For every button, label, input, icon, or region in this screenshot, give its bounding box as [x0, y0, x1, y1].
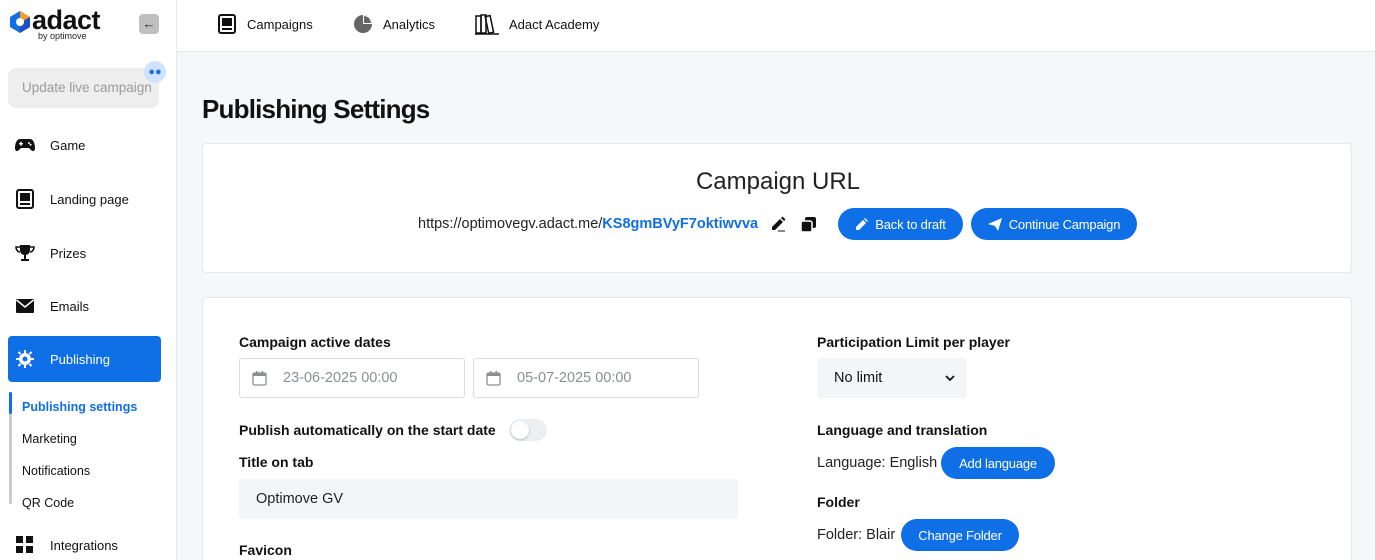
language-label: Language and translation: [817, 422, 988, 438]
chevron-down-icon: [945, 358, 955, 414]
folder-text: Folder: Blair: [817, 527, 896, 543]
copy-url-icon[interactable]: [800, 216, 817, 238]
books-icon: [475, 14, 499, 35]
tab-label: Campaigns: [247, 16, 313, 32]
paper-plane-icon: [987, 217, 1002, 231]
back-to-draft-button[interactable]: Back to draft: [838, 208, 963, 240]
sidebar-item-landing-page[interactable]: Landing page: [8, 176, 161, 222]
continue-campaign-button[interactable]: Continue Campaign: [971, 208, 1137, 240]
envelope-icon: [15, 296, 35, 316]
publish-auto-label: Publish automatically on the start date: [239, 422, 496, 438]
sidebar-item-publishing[interactable]: Publishing: [8, 336, 161, 382]
start-date-value: 23-06-2025 00:00: [283, 370, 398, 386]
edit-url-icon[interactable]: [770, 216, 786, 237]
publishing-settings-card: Campaign active dates 23-06-2025 00:00 0…: [202, 297, 1352, 560]
subnav-publishing-settings[interactable]: Publishing settings: [22, 400, 137, 414]
participation-limit-select[interactable]: No limit: [817, 358, 967, 398]
favicon-label: Favicon: [239, 542, 292, 558]
sidebar: adact by optimove ← Update live campaign…: [0, 0, 177, 560]
subnav-rail-active: [9, 392, 12, 414]
start-date-input[interactable]: 23-06-2025 00:00: [239, 358, 465, 398]
logo-subtitle: by optimove: [38, 31, 87, 41]
sidebar-item-prizes[interactable]: Prizes: [8, 230, 161, 276]
arrow-left-icon: ←: [142, 16, 156, 31]
subnav-qr-code[interactable]: QR Code: [22, 496, 74, 510]
back-to-draft-label: Back to draft: [875, 216, 946, 232]
title-on-tab-input[interactable]: Optimove GV: [239, 479, 738, 519]
sidebar-item-label: Emails: [50, 298, 90, 314]
tab-label: Analytics: [383, 16, 436, 32]
sidebar-item-label: Publishing: [50, 351, 110, 367]
tab-analytics[interactable]: Analytics: [353, 12, 435, 36]
language-text: Language: English: [817, 455, 938, 471]
subnav-marketing[interactable]: Marketing: [22, 432, 77, 446]
change-folder-button[interactable]: Change Folder: [901, 519, 1019, 551]
trophy-icon: [15, 243, 35, 263]
pie-chart-icon: [353, 14, 373, 34]
publish-auto-toggle[interactable]: [509, 419, 547, 441]
gear-icon: [15, 349, 35, 369]
campaign-url-slug: KS8gmBVyF7oktiwvva: [602, 216, 759, 232]
participation-limit-value: No limit: [834, 370, 883, 386]
title-on-tab-label: Title on tab: [239, 454, 314, 470]
end-date-input[interactable]: 05-07-2025 00:00: [473, 358, 699, 398]
calendar-icon: [486, 370, 501, 386]
gamepad-icon: [15, 135, 35, 155]
chat-icon[interactable]: ●●: [144, 61, 166, 83]
sidebar-item-label: Prizes: [50, 245, 87, 261]
sidebar-item-label: Landing page: [50, 191, 129, 207]
pencil-icon: [855, 217, 869, 231]
campaign-url-link[interactable]: https://optimovegv.adact.me/KS8gmBVyF7ok…: [418, 216, 758, 232]
update-live-campaign-button[interactable]: Update live campaign: [8, 68, 159, 108]
sidebar-item-label: Game: [50, 137, 86, 153]
campaign-url-base: https://optimovegv.adact.me/: [418, 216, 603, 232]
subnav-notifications[interactable]: Notifications: [22, 464, 90, 478]
campaigns-icon: [217, 14, 237, 34]
collapse-sidebar-button[interactable]: ←: [139, 14, 159, 34]
campaign-url-card: Campaign URL https://optimovegv.adact.me…: [202, 143, 1352, 273]
tab-adact-academy[interactable]: Adact Academy: [475, 12, 599, 36]
sidebar-item-game[interactable]: Game: [8, 122, 161, 168]
campaign-url-title: Campaign URL: [695, 168, 861, 195]
page-title: Publishing Settings: [202, 94, 430, 124]
folder-label: Folder: [817, 494, 860, 510]
landing-page-icon: [15, 189, 35, 209]
continue-campaign-label: Continue Campaign: [1008, 216, 1121, 232]
sidebar-item-label: Integrations: [50, 537, 118, 553]
adact-logo-mark-icon: [10, 11, 30, 33]
grid-icon: [15, 535, 35, 555]
sidebar-item-emails[interactable]: Emails: [8, 283, 161, 329]
tab-campaigns[interactable]: Campaigns: [217, 12, 313, 36]
end-date-value: 05-07-2025 00:00: [517, 370, 632, 386]
add-language-button[interactable]: Add language: [941, 447, 1055, 479]
participation-limit-label: Participation Limit per player: [817, 334, 1010, 350]
tab-label: Adact Academy: [509, 16, 600, 32]
active-dates-label: Campaign active dates: [239, 334, 391, 350]
sidebar-item-integrations[interactable]: Integrations: [8, 522, 161, 560]
adact-logo[interactable]: adact by optimove: [8, 5, 118, 42]
top-navigation: Campaigns Analytics Adact Academy: [177, 0, 1375, 52]
toggle-knob: [511, 421, 529, 439]
calendar-icon: [252, 370, 267, 386]
